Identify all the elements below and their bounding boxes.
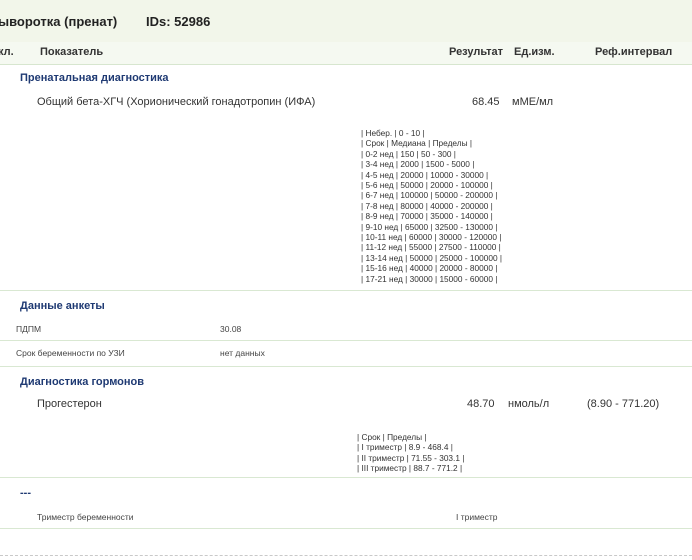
test-name-hcg: Общий бета-ХГЧ (Хорионический гонадотроп… [37,96,316,108]
reference-note-progesterone: | Срок | Пределы | | I триместр | 8.9 - … [357,432,465,474]
row-divider [0,528,692,529]
page-break-line [0,555,692,556]
section-title-prenatal: Пренатальная диагностика [20,72,169,84]
section-title-hormones: Диагностика гормонов [20,376,145,388]
report-title: ыворотка (пренат) [0,14,118,29]
reference-note-hcg: | Небер. | 0 - 10 | | Срок | Медиана | П… [361,128,503,284]
report-ids: IDs: 52986 [146,14,211,29]
section-title-questionnaire: Данные анкеты [20,300,105,312]
report-header: ыворотка (пренат) IDs: 52986 [0,0,692,44]
column-header-result: Результат [449,46,504,58]
column-header-col1: кл. [0,46,14,58]
column-header-indicator: Показатель [40,46,104,58]
test-result-hcg: 68.45 [472,96,500,108]
test-ref-progesterone: (8.90 - 771.20) [587,398,660,410]
test-unit-progesterone: нмоль/л [508,398,550,410]
column-headers: кл. Показатель Результат Ед.изм. Реф.инт… [0,42,692,65]
field-value-trimester: I триместр [456,512,498,522]
field-value-pdpm: 30.08 [220,324,242,334]
test-unit-hcg: мМЕ/мл [512,96,554,108]
row-divider [0,477,692,478]
field-name-pdpm: ПДПМ [16,324,42,334]
test-name-progesterone: Прогестерон [37,398,102,410]
column-header-ref: Реф.интервал [595,46,673,58]
field-name-us-term: Срок беременности по УЗИ [16,348,125,358]
test-result-progesterone: 48.70 [467,398,495,410]
column-header-unit: Ед.изм. [514,46,555,58]
section-title-other: --- [20,487,31,499]
row-divider [0,290,692,291]
field-name-trimester: Триместр беременности [37,512,134,522]
row-divider [0,366,692,367]
field-value-us-term: нет данных [220,348,265,358]
row-divider [0,340,692,341]
